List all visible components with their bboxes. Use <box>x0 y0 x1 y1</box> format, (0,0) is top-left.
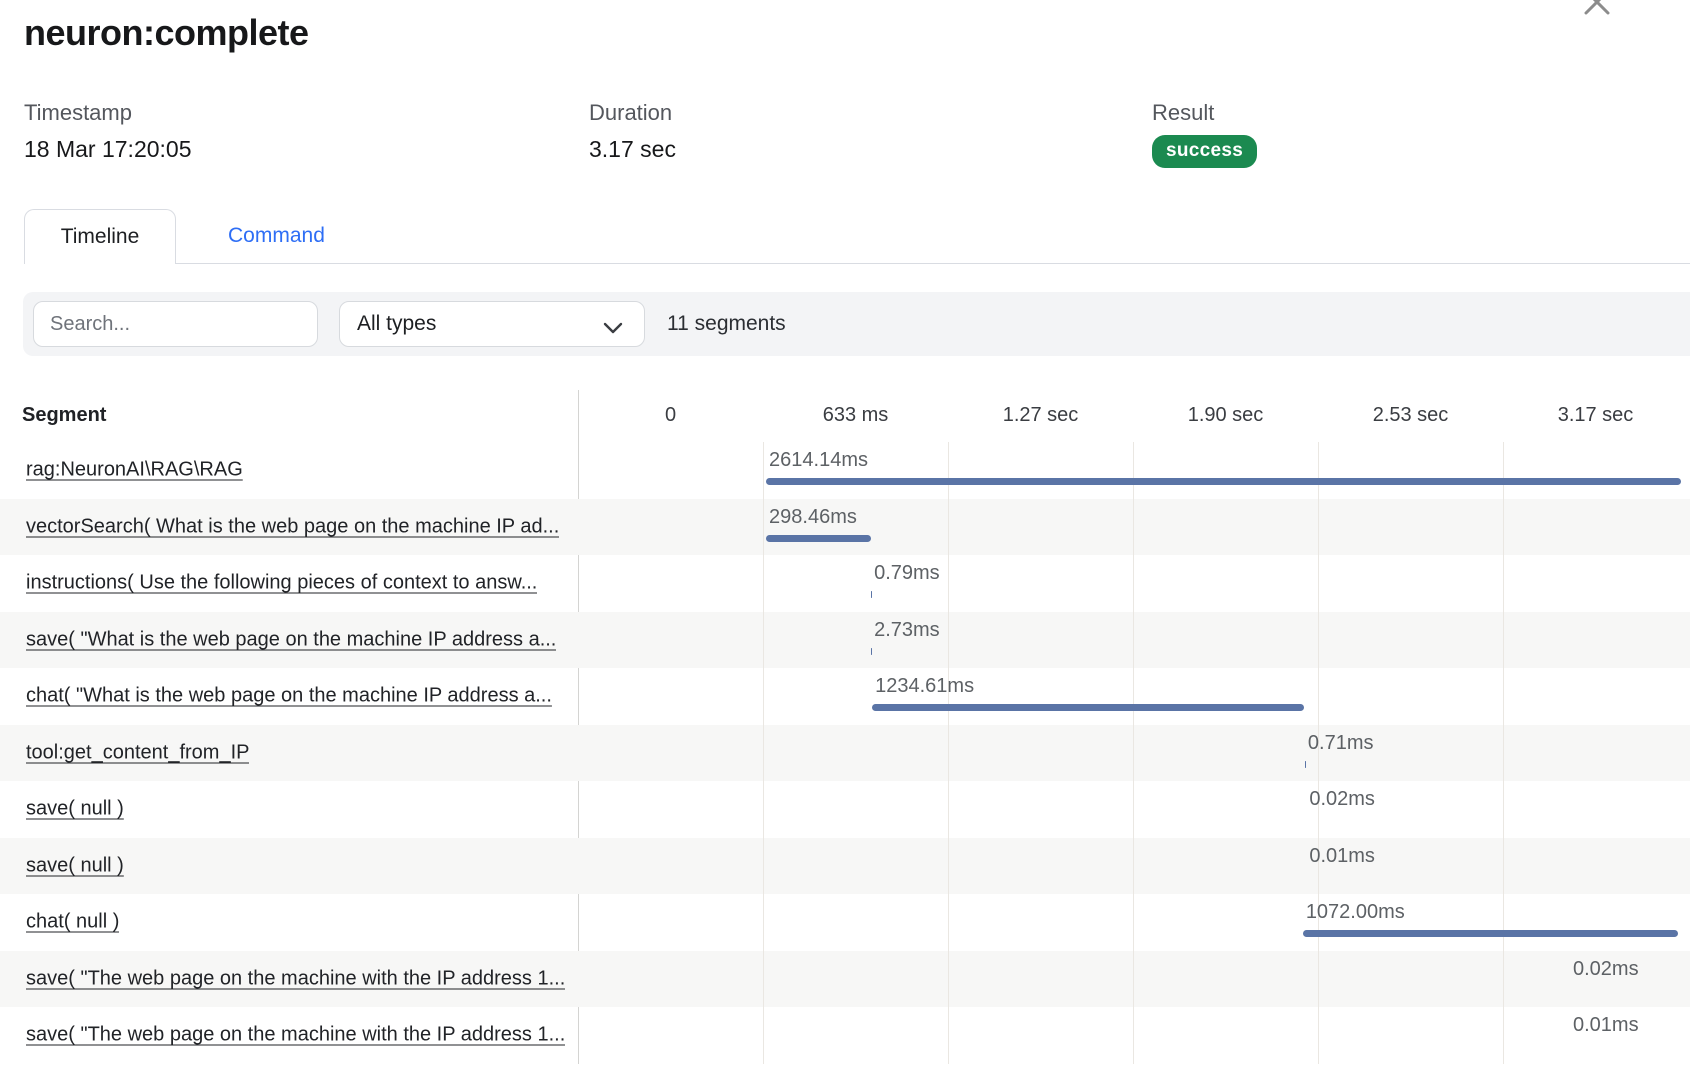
duration-value-label: 0.02ms <box>1573 958 1639 981</box>
duration-bar <box>1303 930 1678 937</box>
page-title: neuron:complete <box>24 12 309 54</box>
duration-value: 3.17 sec <box>589 136 676 163</box>
meta-duration: Duration 3.17 sec <box>589 100 676 163</box>
table-row: rag:NeuronAI\RAG\RAG 2614.14ms <box>0 442 1690 499</box>
type-select[interactable]: All types <box>339 301 645 347</box>
duration-bar <box>872 704 1304 711</box>
segment-link[interactable]: vectorSearch( What is the web page on th… <box>26 515 559 538</box>
axis-tick-label: 1.90 sec <box>1188 404 1264 427</box>
segment-link[interactable]: save( "The web page on the machine with … <box>26 967 565 990</box>
axis-tick-label: 3.17 sec <box>1558 404 1634 427</box>
segment-link[interactable]: save( "The web page on the machine with … <box>26 1024 565 1047</box>
table-row: save( null ) 0.02ms <box>0 781 1690 838</box>
duration-label: Duration <box>589 100 676 126</box>
duration-value-label: 0.71ms <box>1308 732 1374 755</box>
table-row: save( "The web page on the machine with … <box>0 1007 1690 1064</box>
axis-tick-label: 633 ms <box>823 404 889 427</box>
segment-link[interactable]: tool:get_content_from_IP <box>26 741 249 764</box>
timeline-table: Segment 0 633 ms 1.27 sec 1.90 sec 2.53 sec 3… <box>0 390 1690 1083</box>
timeline-table-header: Segment 0 633 ms 1.27 sec 1.90 sec 2.53 sec 3… <box>0 390 1690 442</box>
duration-bar <box>766 535 871 542</box>
duration-value-label: 0.01ms <box>1573 1014 1639 1037</box>
table-row: save( null ) 0.01ms <box>0 838 1690 895</box>
axis-tick-label: 2.53 sec <box>1373 404 1449 427</box>
segment-link[interactable]: save( null ) <box>26 854 124 877</box>
type-select-value: All types <box>357 312 436 336</box>
filter-bar: All types 11 segments <box>23 292 1690 356</box>
segment-link[interactable]: instructions( Use the following pieces o… <box>26 572 537 595</box>
table-row: tool:get_content_from_IP 0.71ms <box>0 725 1690 782</box>
table-row: instructions( Use the following pieces o… <box>0 555 1690 612</box>
status-badge: success <box>1152 135 1257 168</box>
search-input[interactable] <box>33 301 318 347</box>
segment-link[interactable]: chat( null ) <box>26 911 119 934</box>
segment-link[interactable]: chat( "What is the web page on the machi… <box>26 685 552 708</box>
result-label: Result <box>1152 100 1257 126</box>
meta-timestamp: Timestamp 18 Mar 17:20:05 <box>24 100 192 163</box>
chevron-down-icon <box>602 317 624 341</box>
table-row: save( "The web page on the machine with … <box>0 951 1690 1008</box>
duration-value-label: 0.01ms <box>1309 845 1375 868</box>
segments-count: 11 segments <box>667 292 786 356</box>
tab-timeline[interactable]: Timeline <box>24 209 176 264</box>
duration-value-label: 1072.00ms <box>1306 901 1405 924</box>
duration-value-label: 0.02ms <box>1309 788 1375 811</box>
segment-link[interactable]: rag:NeuronAI\RAG\RAG <box>26 459 243 482</box>
tab-command[interactable]: Command <box>200 209 353 263</box>
segment-link[interactable]: save( "What is the web page on the machi… <box>26 628 556 651</box>
segment-link[interactable]: save( null ) <box>26 798 124 821</box>
meta-result: Result success <box>1152 100 1257 168</box>
duration-value-label: 1234.61ms <box>875 675 974 698</box>
close-icon[interactable] <box>1580 0 1614 19</box>
table-row: chat( null ) 1072.00ms <box>0 894 1690 951</box>
duration-value-label: 2614.14ms <box>769 449 868 472</box>
table-row: save( "What is the web page on the machi… <box>0 612 1690 669</box>
duration-bar <box>871 648 872 655</box>
tab-bar: Timeline Command <box>24 209 1690 264</box>
duration-value-label: 2.73ms <box>874 619 940 642</box>
timestamp-value: 18 Mar 17:20:05 <box>24 136 192 163</box>
segment-column-header: Segment <box>22 404 106 427</box>
timeline-rows: rag:NeuronAI\RAG\RAG 2614.14ms vectorSea… <box>0 442 1690 1064</box>
duration-value-label: 0.79ms <box>874 562 940 585</box>
duration-value-label: 298.46ms <box>769 506 857 529</box>
axis-tick-label: 1.27 sec <box>1003 404 1079 427</box>
table-row: chat( "What is the web page on the machi… <box>0 668 1690 725</box>
table-row: vectorSearch( What is the web page on th… <box>0 499 1690 556</box>
axis-tick-label: 0 <box>665 404 676 427</box>
timestamp-label: Timestamp <box>24 100 192 126</box>
duration-bar <box>766 478 1681 485</box>
